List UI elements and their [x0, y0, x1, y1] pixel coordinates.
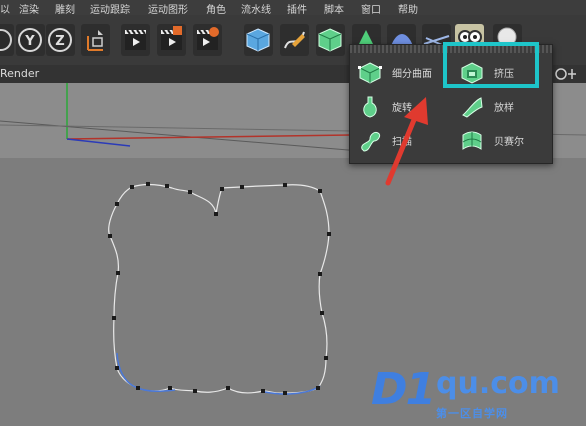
- watermark-domain: qu.com: [436, 366, 560, 401]
- loft-icon: [462, 97, 483, 118]
- spline-selected-segment: [116, 352, 321, 395]
- menu-item-motion-tracking[interactable]: 运动跟踪: [90, 1, 130, 16]
- popup-item-label: 贝赛尔: [494, 137, 524, 148]
- menu-item-character[interactable]: 角色: [206, 1, 226, 16]
- menu-item-mograph[interactable]: 运动图形: [148, 1, 188, 16]
- cube-button[interactable]: [244, 24, 273, 56]
- render-picture-viewer-button[interactable]: [157, 24, 186, 56]
- menu-item-pipeline[interactable]: 流水线: [241, 1, 271, 16]
- y-axis-icon: Y: [18, 28, 42, 52]
- menu-item-script[interactable]: 脚本: [324, 1, 344, 16]
- bezier-icon: [462, 131, 482, 150]
- menu-item-plugins[interactable]: 插件: [287, 1, 307, 16]
- menu-item-render[interactable]: 渲染: [19, 1, 39, 16]
- highlight-frame: [443, 42, 539, 88]
- cube-icon: [246, 28, 270, 52]
- spline-points: [108, 182, 331, 395]
- pen-button[interactable]: [280, 24, 309, 56]
- y-axis-button[interactable]: Y: [16, 24, 45, 56]
- lathe-icon: [363, 96, 377, 118]
- render-settings-button[interactable]: [193, 24, 222, 56]
- watermark-tagline: 第一区自学网: [436, 407, 508, 420]
- svg-text:Y: Y: [24, 34, 35, 49]
- pen-icon: [284, 31, 305, 49]
- menu-item-window[interactable]: 窗口: [361, 1, 381, 16]
- coordinate-system-icon: [87, 30, 103, 51]
- popup-item-bezier[interactable]: 贝赛尔: [454, 125, 550, 155]
- svg-text:Z: Z: [55, 34, 64, 49]
- render-picture-viewer-icon: [161, 26, 182, 50]
- subdivision-surface-button[interactable]: [316, 24, 345, 56]
- subdivision-surface-icon: [358, 62, 382, 84]
- menu-item-help[interactable]: 帮助: [398, 1, 418, 16]
- popup-item-label: 放样: [494, 103, 514, 114]
- menu-item[interactable]: 以: [0, 1, 10, 16]
- render-view-icon: [125, 29, 146, 50]
- x-axis-button[interactable]: [0, 24, 14, 56]
- sweep-icon: [361, 132, 381, 152]
- render-view-button[interactable]: [121, 24, 150, 56]
- menu-bar: 以 渲染 雕刻 运动跟踪 运动图形 角色 流水线 插件 脚本 窗口 帮助: [0, 0, 586, 16]
- viewport-title: Render: [0, 67, 40, 80]
- z-axis-icon: Z: [48, 28, 72, 52]
- x-axis-icon: [0, 29, 12, 51]
- subdivision-surface-icon: [318, 28, 342, 52]
- coordinate-system-button[interactable]: [81, 24, 110, 56]
- annotation-arrow: [385, 97, 428, 186]
- menu-item-sculpt[interactable]: 雕刻: [55, 1, 75, 16]
- watermark-logo: D1: [371, 364, 436, 415]
- popup-item-loft[interactable]: 放样: [454, 91, 550, 121]
- spline-outline: [108, 183, 330, 394]
- popup-item-subdivision-surface[interactable]: 细分曲面: [352, 57, 448, 87]
- z-axis-button[interactable]: Z: [46, 24, 75, 56]
- viewport-nav-icons[interactable]: [554, 67, 584, 81]
- popup-item-label: 细分曲面: [392, 69, 432, 80]
- render-settings-icon: [197, 27, 219, 50]
